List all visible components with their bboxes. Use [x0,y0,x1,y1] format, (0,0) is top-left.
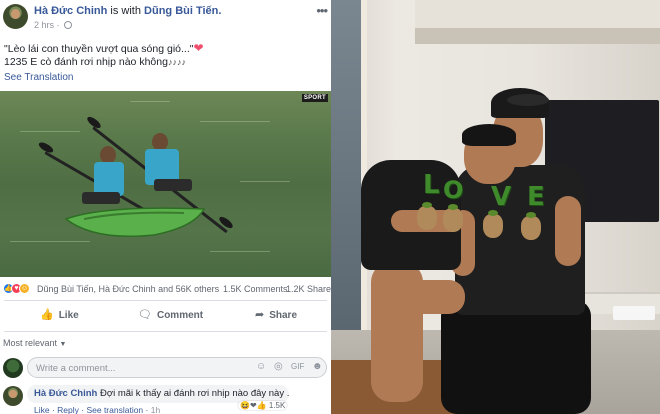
more-options-icon[interactable]: ••• [316,3,328,18]
comment-time[interactable]: 1h [151,405,160,414]
comment-reaction-icons: 😆❤👍 [240,401,267,410]
comments-count[interactable]: 1.5K Comments [223,284,288,294]
love-letter-v: V [491,182,512,212]
heart-emoji-icon: ❤ [193,41,204,55]
gif-icon[interactable]: GIF [291,362,304,371]
post-text-line1: "Lèo lái con thuyền vượt qua sóng gió...… [4,41,204,55]
caret-down-icon: ▼ [59,341,67,348]
shares-count[interactable]: 1.2K Shares [286,284,331,294]
sort-label: Most relevant [3,338,58,348]
router [613,306,655,320]
share-arrow-icon: ➦ [255,309,265,321]
thumbs-up-icon: 👍 [40,309,54,321]
person-1-hair [462,124,516,146]
post-caption-2: 1235 E cò đánh rơi nhịp nào không [4,56,168,68]
post-photo[interactable]: SPORT [0,91,331,277]
sticker-icon[interactable]: ☻ [312,361,323,372]
author-name-link[interactable]: Hà Đức Chinh [34,5,107,17]
sport-watermark: SPORT [301,94,328,102]
person-2-arm [555,196,581,266]
post-time[interactable]: 2 hrs · [34,20,60,30]
divider [4,331,327,332]
music-notes-icon: ♪♪♪♪ [167,57,186,67]
comment-input[interactable] [28,359,218,378]
reacted-by-text[interactable]: Dũng Bùi Tiến, Hà Đức Chinh and 56K othe… [37,284,219,294]
comment-button[interactable]: 🗨 Comment [138,308,203,321]
divider [4,300,327,301]
gift-sack [443,204,463,232]
person-1-thigh [391,280,465,314]
comment-input-box[interactable]: ☺ ◎ GIF ☻ [27,357,327,378]
facebook-post: Hà Đức Chinh is with Dũng Bùi Tiến. 2 hr… [0,0,331,414]
love-letter-e: E [527,182,545,212]
comment-reaction-count: 1.5K [268,401,286,410]
comment-sort-dropdown[interactable]: Most relevant ▼ [3,338,66,348]
ceiling [415,0,660,28]
comment-reactions[interactable]: 😆❤👍 1.5K [238,401,288,410]
commenter-avatar[interactable] [3,386,23,406]
post-header: Hà Đức Chinh is with Dũng Bùi Tiến. [34,5,221,17]
like-label: Like [58,310,79,321]
emoji-icon[interactable]: ☺ [256,361,266,372]
comment-like-link[interactable]: Like [34,405,50,414]
camera-icon[interactable]: ◎ [274,361,283,372]
person-2-legs [441,300,591,414]
commenter-name-link[interactable]: Hà Đức Chinh [34,388,97,399]
love-letter-o: O [443,176,464,204]
gift-sack [417,202,437,230]
cap-brim [507,94,549,106]
globe-icon [64,21,73,29]
share-label: Share [269,310,298,321]
glass-door [331,0,361,330]
gift-sack [521,212,541,240]
like-button[interactable]: 👍 Like [40,308,79,321]
comment-actions: Like · Reply · See translation · 1h [34,405,161,414]
comment-see-translation-link[interactable]: See translation [86,405,143,414]
tagged-user-link[interactable]: Dũng Bùi Tiến. [144,5,221,17]
see-translation-link[interactable]: See Translation [4,72,74,83]
post-timestamp[interactable]: 2 hrs · [34,20,73,30]
love-letter-l: L [423,170,440,200]
reactions-summary: 👍 ♥ ☺ Dũng Bùi Tiến, Hà Đức Chinh and 56K … [0,281,331,297]
author-avatar[interactable] [3,4,28,29]
post-actions: 👍 Like 🗨 Comment ➦ Share [0,302,331,330]
wall-shelf [415,28,660,44]
comment-label: Comment [156,310,204,321]
post-caption: "Lèo lái con thuyền vượt qua sóng gió...… [4,43,194,55]
speech-bubble-icon: 🗨 [138,309,152,321]
share-button[interactable]: ➦ Share [255,308,297,321]
with-text: is with [110,5,141,17]
comment-text: Đợi mãi k thấy ai đánh rơi nhịp nào đây … [100,388,289,399]
comment-reply-link[interactable]: Reply [57,405,79,414]
reaction-icons[interactable]: 👍 ♥ ☺ [3,283,30,295]
current-user-avatar[interactable] [3,358,23,378]
couple-photo: L O V E [331,0,660,414]
post-text-line2: 1235 E cò đánh rơi nhịp nào không♪♪♪♪ [4,56,186,68]
gift-sack [483,210,503,238]
kayak [64,207,206,238]
haha-icon: ☺ [19,283,30,295]
